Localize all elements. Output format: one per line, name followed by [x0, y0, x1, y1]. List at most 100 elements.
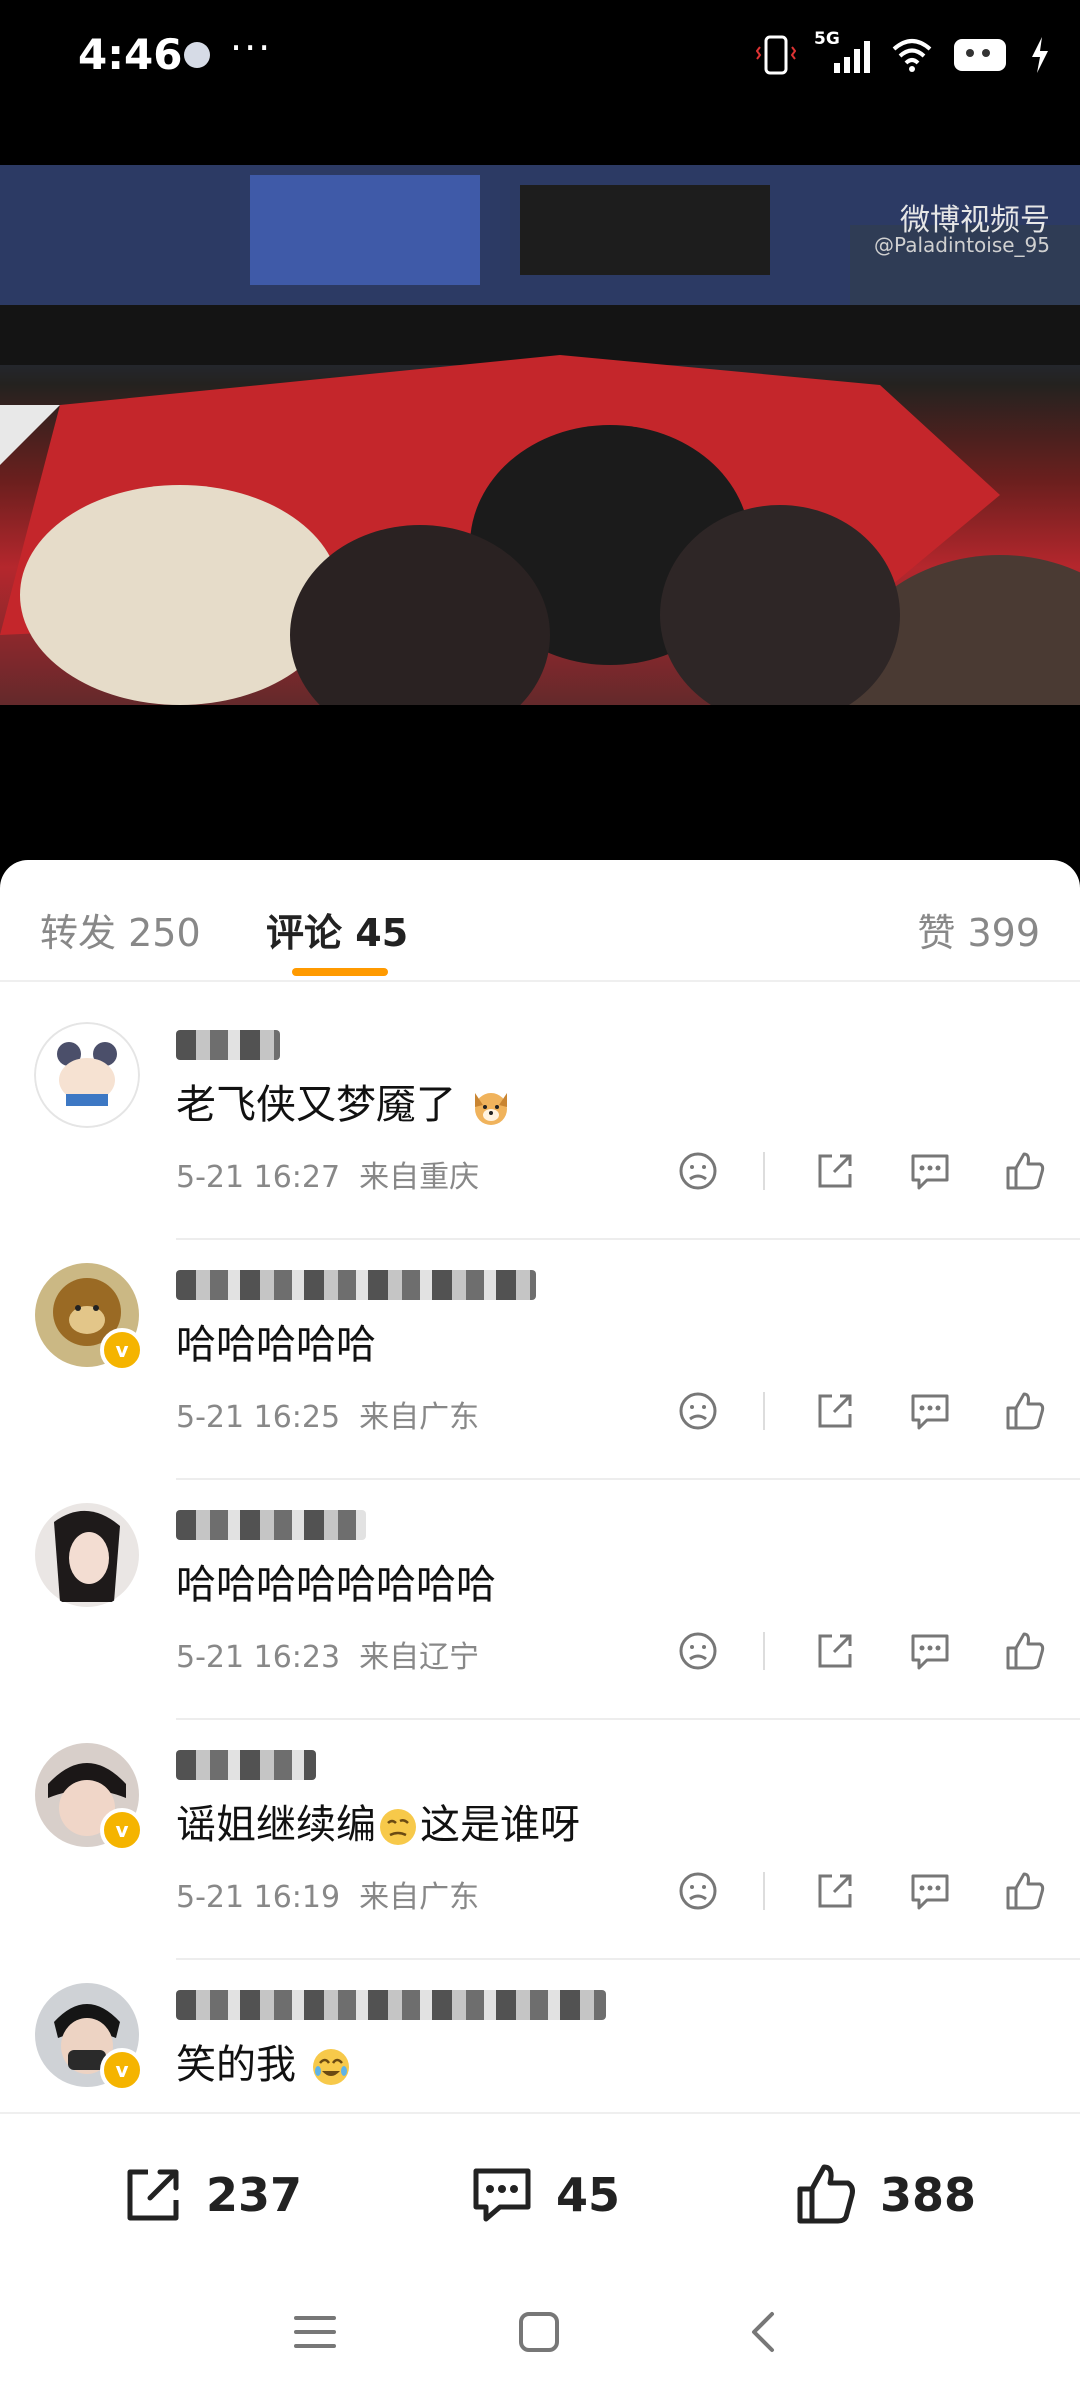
verified-badge: v	[100, 2048, 144, 2092]
comment-item: v 谣姐继续编 这是谁呀 5-21 16:19 来自广东	[0, 1720, 1080, 1960]
comment-text: 哈哈哈哈哈哈哈哈	[176, 1562, 496, 1608]
comment-actions	[628, 1626, 1050, 1676]
comment-text-content: 笑的我	[176, 2042, 296, 2088]
clock: 4:46	[78, 30, 183, 79]
status-bar: 4:46 ··· 5G	[0, 0, 1080, 120]
comment-text: 老飞侠又梦魇了	[176, 1072, 513, 1130]
comment-date: 5-21 16:23	[176, 1640, 341, 1675]
like-icon[interactable]	[1000, 1866, 1050, 1916]
username-redacted[interactable]	[176, 1030, 280, 1060]
reply-icon[interactable]	[905, 1146, 955, 1196]
share-icon[interactable]	[810, 1386, 860, 1436]
reply-icon[interactable]	[905, 1866, 955, 1916]
avatar[interactable]	[34, 1022, 140, 1128]
home-icon[interactable]	[516, 2310, 562, 2354]
tab-reposts-label: 转发	[40, 911, 117, 955]
comment-text: 哈哈哈哈哈	[176, 1322, 376, 1368]
repost-count: 237	[206, 2168, 303, 2222]
comment-meta: 5-21 16:23 来自辽宁	[176, 1632, 479, 1676]
tab-reposts[interactable]: 转发 250	[40, 902, 201, 957]
like-button[interactable]: 388	[790, 2160, 976, 2230]
tab-comments-count: 45	[355, 911, 409, 955]
comment-item: 哈哈哈哈哈哈哈哈 5-21 16:23 来自辽宁	[0, 1480, 1080, 1720]
verified-badge: v	[100, 1808, 144, 1852]
charging-icon	[1032, 37, 1048, 73]
username-redacted[interactable]	[176, 1750, 316, 1780]
avatar[interactable]: v	[34, 1982, 144, 2092]
comment-text-content: 老飞侠又梦魇了	[176, 1082, 456, 1128]
comment-meta: 5-21 16:27 来自重庆	[176, 1152, 479, 1196]
comment-item: v 哈哈哈哈哈 5-21 16:25 来自广东	[0, 1240, 1080, 1480]
avatar[interactable]	[34, 1502, 140, 1608]
crying-laughing-face-icon	[312, 2049, 349, 2085]
repost-icon	[127, 2169, 179, 2221]
like-icon[interactable]	[1000, 1386, 1050, 1436]
comment-count: 45	[556, 2168, 621, 2222]
back-icon[interactable]	[746, 2308, 780, 2356]
dog-face-icon	[474, 1093, 507, 1125]
comment-location: 来自辽宁	[359, 1640, 480, 1675]
system-nav-bar	[0, 2272, 1080, 2400]
reply-icon[interactable]	[905, 1386, 955, 1436]
reply-icon[interactable]	[905, 1626, 955, 1676]
tab-bar: 转发 250 评论 45 赞 399	[0, 860, 1080, 982]
verified-badge: v	[100, 1328, 144, 1372]
comment-date: 5-21 16:25	[176, 1400, 341, 1435]
avatar[interactable]: v	[34, 1262, 144, 1372]
comment-actions	[628, 1866, 1050, 1916]
video-player[interactable]: 微博视频号 @Paladintoise_95	[0, 165, 1080, 775]
comment-button[interactable]: 45	[466, 2160, 620, 2230]
dislike-face-icon[interactable]	[673, 1146, 723, 1196]
action-divider	[763, 1152, 765, 1190]
username-redacted[interactable]	[176, 1270, 536, 1300]
action-divider	[763, 1872, 765, 1910]
action-divider	[763, 1632, 765, 1670]
tab-comments-label: 评论	[266, 911, 343, 955]
username-redacted[interactable]	[176, 1990, 606, 2020]
repost-button[interactable]: 237	[118, 2160, 302, 2230]
tab-likes-label: 赞	[917, 911, 956, 955]
thumbs-up-icon	[797, 2164, 855, 2224]
tab-likes[interactable]: 赞 399	[917, 902, 1040, 957]
tab-likes-count: 399	[967, 911, 1040, 955]
comment-actions	[628, 1386, 1050, 1436]
comment-date: 5-21 16:19	[176, 1880, 341, 1915]
tab-comments[interactable]: 评论 45	[266, 902, 408, 957]
comment-text-part2: 这是谁呀	[420, 1802, 580, 1848]
comment-date: 5-21 16:27	[176, 1160, 341, 1195]
comment-text: 谣姐继续编 这是谁呀	[176, 1792, 580, 1850]
active-tab-indicator	[292, 968, 388, 976]
dislike-face-icon[interactable]	[673, 1626, 723, 1676]
notification-app-icon	[184, 42, 210, 68]
wifi-icon	[892, 39, 932, 72]
recents-menu-icon[interactable]	[292, 2310, 338, 2354]
comment-meta: 5-21 16:25 来自广东	[176, 1392, 479, 1436]
more-notifications-icon: ···	[230, 26, 273, 70]
like-icon[interactable]	[1000, 1146, 1050, 1196]
watermark-handle: @Paladintoise_95	[874, 233, 1050, 257]
comment-item: 老飞侠又梦魇了 5-21 16:27 来自重庆	[0, 1000, 1080, 1240]
tab-reposts-count: 250	[128, 911, 201, 955]
comment-meta: 5-21 16:19 来自广东	[176, 1872, 479, 1916]
signal-icon: 5G	[814, 29, 872, 77]
post-action-bar: 237 45 388	[0, 2112, 1080, 2274]
dislike-face-icon[interactable]	[673, 1866, 723, 1916]
comment-icon	[473, 2168, 531, 2222]
comment-actions	[628, 1146, 1050, 1196]
action-divider	[763, 1392, 765, 1430]
thinking-face-icon	[380, 1809, 416, 1845]
comment-text-part1: 谣姐继续编	[176, 1802, 376, 1848]
like-count: 388	[880, 2168, 977, 2222]
battery-icon	[954, 39, 1006, 71]
comment-location: 来自广东	[359, 1880, 480, 1915]
vibrate-icon	[756, 35, 796, 75]
share-icon[interactable]	[810, 1626, 860, 1676]
like-icon[interactable]	[1000, 1626, 1050, 1676]
avatar[interactable]: v	[34, 1742, 144, 1852]
share-icon[interactable]	[810, 1866, 860, 1916]
dislike-face-icon[interactable]	[673, 1386, 723, 1436]
comment-location: 来自广东	[359, 1400, 480, 1435]
comment-location: 来自重庆	[359, 1160, 480, 1195]
share-icon[interactable]	[810, 1146, 860, 1196]
username-redacted[interactable]	[176, 1510, 366, 1540]
